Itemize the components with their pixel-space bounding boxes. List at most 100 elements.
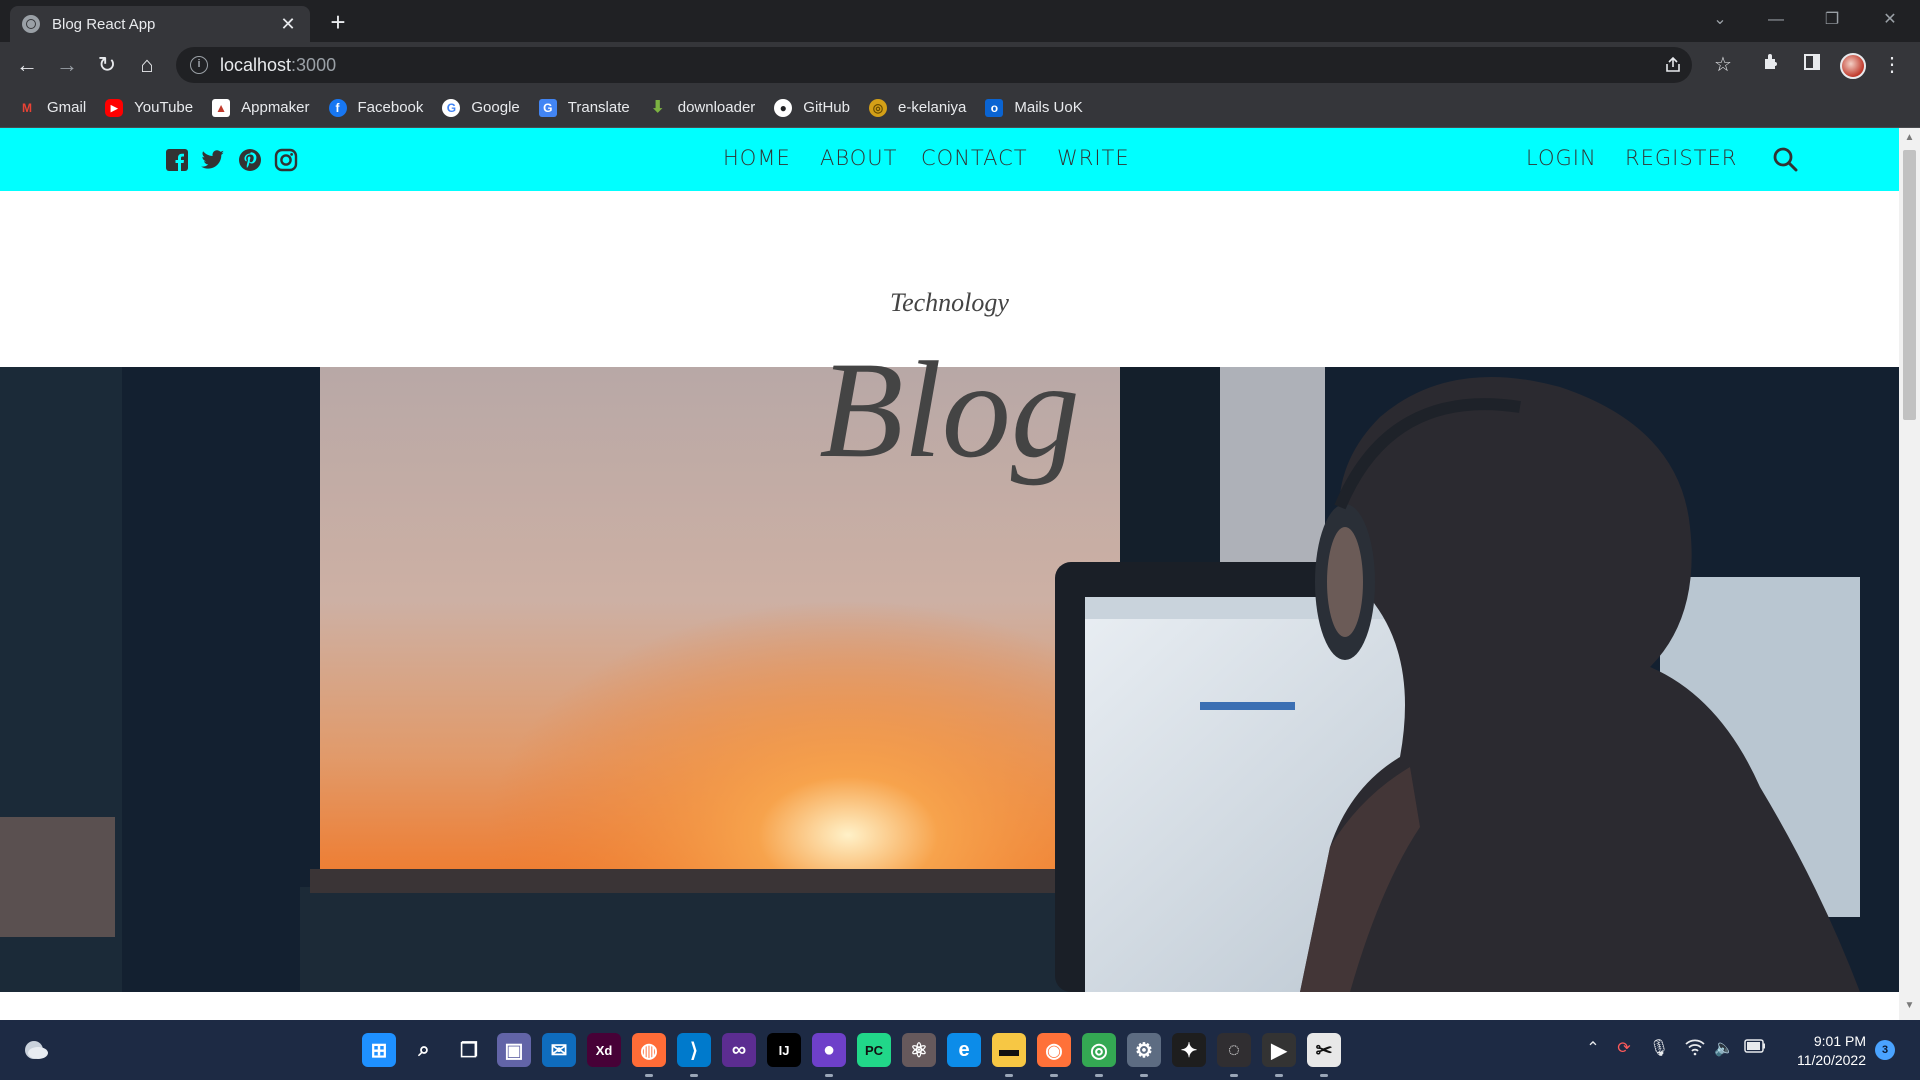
volume-icon[interactable]: 🔈: [1713, 1038, 1735, 1060]
running-indicator: [1005, 1074, 1013, 1077]
edge-icon[interactable]: e: [947, 1033, 981, 1067]
clock-time: 9:01 PM: [1813, 1033, 1866, 1049]
visual-studio-icon[interactable]: ∞: [722, 1033, 756, 1067]
side-panel-icon[interactable]: [1796, 49, 1828, 81]
minimize-button[interactable]: —: [1756, 4, 1796, 36]
chrome-icon[interactable]: ◎: [1082, 1033, 1116, 1067]
sync-icon[interactable]: ⟳: [1613, 1038, 1635, 1060]
nav-write-link[interactable]: WRITE: [1057, 146, 1130, 170]
start-icon[interactable]: ⊞: [362, 1033, 396, 1067]
media-player-icon[interactable]: ▶: [1262, 1033, 1296, 1067]
page-scrollbar[interactable]: ▲ ▼: [1899, 128, 1920, 1020]
ekelaniya-icon: ◎: [868, 98, 887, 117]
facebook-square-icon[interactable]: [165, 148, 189, 172]
translate-icon: G: [538, 98, 557, 117]
tab-title: Blog React App: [52, 15, 156, 33]
obs-icon[interactable]: ◌: [1217, 1033, 1251, 1067]
scroll-down-arrow-icon[interactable]: ▼: [1899, 1000, 1920, 1016]
running-indicator: [1320, 1074, 1328, 1077]
forward-button[interactable]: →: [51, 49, 83, 81]
nav-home-link[interactable]: HOME: [723, 146, 791, 170]
bookmark-github[interactable]: ● GitHub: [774, 94, 850, 122]
search-icon[interactable]: ⌕: [407, 1033, 441, 1067]
back-button[interactable]: ←: [11, 49, 43, 81]
close-window-button[interactable]: ✕: [1870, 4, 1910, 36]
bookmark-ekelaniya[interactable]: ◎ e-kelaniya: [868, 94, 966, 122]
new-tab-button[interactable]: +: [324, 8, 352, 36]
home-button[interactable]: ⌂: [131, 49, 163, 81]
bookmark-appmaker[interactable]: ▲ Appmaker: [212, 94, 310, 122]
clock[interactable]: 9:01 PM 11/20/2022: [1776, 1032, 1866, 1070]
microphone-icon[interactable]: 🎙: [1648, 1038, 1670, 1060]
bookmarks-bar: M Gmail ▶ YouTube ▲ Appmaker f Facebook …: [0, 88, 1920, 128]
task-view-icon[interactable]: ❐: [452, 1033, 486, 1067]
figma-icon[interactable]: ✦: [1172, 1033, 1206, 1067]
bookmark-gmail[interactable]: M Gmail: [18, 94, 86, 122]
nav-contact-link[interactable]: CONTACT: [921, 146, 1028, 170]
extensions-icon[interactable]: [1756, 49, 1788, 81]
weather-icon[interactable]: [22, 1038, 50, 1062]
bookmark-facebook[interactable]: f Facebook: [328, 94, 423, 122]
github-desktop-icon[interactable]: ●: [812, 1033, 846, 1067]
github-icon: ●: [774, 98, 793, 117]
twitter-icon[interactable]: [200, 148, 224, 172]
bookmark-google[interactable]: G Google: [442, 94, 520, 122]
tray-overflow-chevron-icon[interactable]: ⌃: [1582, 1038, 1604, 1060]
bookmark-star-icon[interactable]: ☆: [1707, 49, 1739, 81]
page-viewport: HOME ABOUT CONTACT WRITE LOGIN REGISTER …: [0, 128, 1920, 1020]
pycharm-icon[interactable]: PC: [857, 1033, 891, 1067]
nav-about-link[interactable]: ABOUT: [820, 146, 897, 170]
battery-icon[interactable]: [1744, 1038, 1766, 1060]
search-icon[interactable]: [1772, 146, 1800, 174]
adobe-xd-icon[interactable]: Xd: [587, 1033, 621, 1067]
outlook-icon: o: [985, 98, 1004, 117]
postman-icon[interactable]: ◍: [632, 1033, 666, 1067]
bookmark-youtube[interactable]: ▶ YouTube: [105, 94, 193, 122]
running-indicator: [1275, 1074, 1283, 1077]
clock-date: 11/20/2022: [1796, 1052, 1866, 1068]
address-bar[interactable]: i localhost :3000: [176, 47, 1692, 83]
file-explorer-icon[interactable]: ▬: [992, 1033, 1026, 1067]
url-port: :3000: [291, 54, 337, 75]
bookmark-mails-uok[interactable]: o Mails UoK: [985, 94, 1083, 122]
scroll-up-arrow-icon[interactable]: ▲: [1899, 132, 1920, 148]
tab-strip: Blog React App ✕ + ⌄ — ❐ ✕: [0, 0, 1920, 42]
scrollbar-thumb[interactable]: [1903, 150, 1916, 420]
globe-icon: [22, 15, 40, 33]
more-menu-icon[interactable]: ⋮: [1876, 49, 1908, 81]
vscode-icon[interactable]: ⟩: [677, 1033, 711, 1067]
close-tab-icon[interactable]: ✕: [278, 14, 298, 35]
register-link[interactable]: REGISTER: [1625, 146, 1737, 170]
site-info-icon[interactable]: i: [190, 56, 208, 74]
taskbar: ⊞ ⌕ ❐ ▣ ✉ Xd ◍ ⟩ ∞ IJ ● PC ⚛ e ▬ ◉ ◎ ⚙ ✦ ◌ ▶ ✂ ⌃ ⟳ 🎙 🔈 9:01 P…: [0, 1020, 1920, 1080]
site-top-bar: HOME ABOUT CONTACT WRITE LOGIN REGISTER: [0, 128, 1899, 191]
hero-image: [0, 367, 1899, 992]
bookmark-translate[interactable]: G Translate: [538, 94, 630, 122]
bookmark-star-icon[interactable]: [1674, 55, 1696, 77]
notification-badge[interactable]: 3: [1875, 1040, 1895, 1060]
snipping-tool-icon[interactable]: ✂: [1307, 1033, 1341, 1067]
pinterest-icon[interactable]: [238, 148, 262, 172]
restore-button[interactable]: ❐: [1812, 4, 1852, 36]
login-link[interactable]: LOGIN: [1526, 146, 1597, 170]
running-indicator: [1230, 1074, 1238, 1077]
intellij-icon[interactable]: IJ: [767, 1033, 801, 1067]
atom-icon[interactable]: ⚛: [902, 1033, 936, 1067]
browser-tab[interactable]: Blog React App ✕: [10, 6, 310, 42]
url-host: localhost: [220, 54, 292, 75]
instagram-icon[interactable]: [274, 148, 298, 172]
browser-toolbar: ← → ↻ ⌂ i localhost :3000 ☆ ⋮: [0, 42, 1920, 88]
running-indicator: [825, 1074, 833, 1077]
wifi-icon[interactable]: [1684, 1038, 1706, 1060]
mail-icon[interactable]: ✉: [542, 1033, 576, 1067]
settings-icon[interactable]: ⚙: [1127, 1033, 1161, 1067]
google-icon: G: [442, 98, 461, 117]
profile-avatar[interactable]: [1840, 53, 1866, 79]
reload-button[interactable]: ↻: [91, 49, 123, 81]
bookmark-downloader[interactable]: ⬇ downloader: [649, 94, 755, 122]
running-indicator: [690, 1074, 698, 1077]
tab-search-chevron-icon[interactable]: ⌄: [1700, 4, 1740, 36]
teams-chat-icon[interactable]: ▣: [497, 1033, 531, 1067]
firefox-icon[interactable]: ◉: [1037, 1033, 1071, 1067]
gmail-icon: M: [22, 100, 32, 115]
